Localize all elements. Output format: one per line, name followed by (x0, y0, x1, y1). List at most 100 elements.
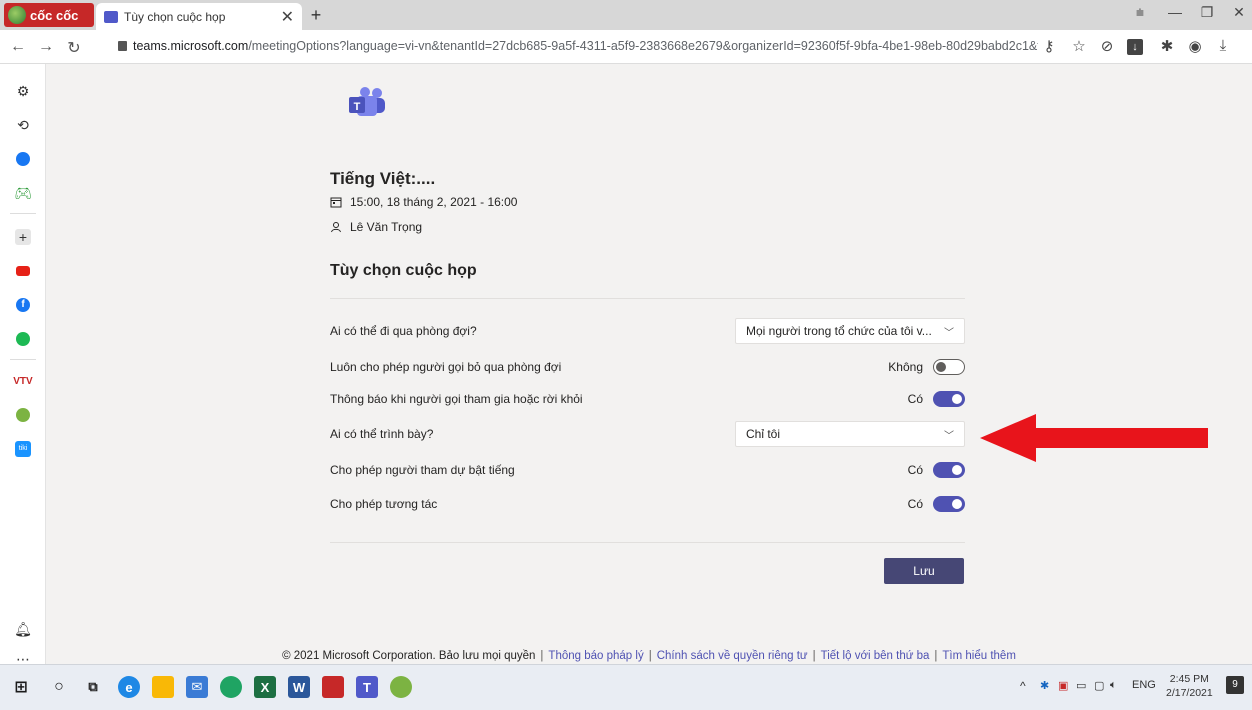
taskbar-clock[interactable]: 2:45 PM 2/17/2021 (1166, 672, 1213, 700)
meeting-title: Tiếng Việt:.... (330, 169, 436, 188)
tab-close-icon[interactable]: ✕ (281, 7, 294, 27)
language-indicator[interactable]: ENG (1132, 679, 1156, 691)
coccoc-games-icon[interactable] (12, 404, 34, 426)
lobby-dropdown[interactable]: Mọi người trong tổ chức của tôi v... ﹀ (735, 318, 965, 344)
privacy-link[interactable]: Chính sách về quyền riêng tư (657, 650, 808, 662)
third-party-link[interactable]: Tiết lộ với bên thứ ba (821, 650, 930, 662)
interact-toggle-group: Có (908, 496, 965, 512)
unmute-state: Có (907, 463, 923, 477)
teams-taskbar-icon[interactable]: T (356, 676, 378, 698)
option-row-interact: Cho phép tương tác Có (330, 489, 965, 519)
minimize-icon[interactable]: — (1160, 4, 1190, 20)
facebook-icon[interactable]: f (12, 294, 34, 316)
option-row-unmute: Cho phép người tham dự bật tiếng Có (330, 455, 965, 485)
browser-sidebar: ⚙ ⟲ 🎮︎ + f VTV tiki 🔔︎ ⋯ (0, 64, 46, 667)
bluetooth-icon[interactable]: ✱ (1040, 679, 1049, 692)
excel-icon[interactable]: X (254, 676, 276, 698)
presenter-dropdown-value: Chỉ tôi (746, 427, 781, 441)
tiki-icon[interactable]: tiki (12, 438, 34, 460)
clock-date: 2/17/2021 (1166, 687, 1213, 699)
chrome-icon[interactable] (220, 676, 242, 698)
game-controller-icon[interactable]: 🎮︎ (12, 182, 34, 204)
downloads-icon[interactable]: ⤓ (1212, 37, 1234, 54)
windows-taskbar: ⊞ ○ ⧉ e ✉ X W T ^ ✱ ▣ ▭ ▢ 🔈︎ ENG 2:45 PM… (0, 664, 1252, 710)
window-close-icon[interactable]: ✕ (1224, 4, 1252, 21)
tray-chevron-up-icon[interactable]: ^ (1020, 679, 1026, 693)
windows-start-icon[interactable]: ⊞ (10, 676, 32, 698)
unmute-label: Cho phép người tham dự bật tiếng (330, 463, 515, 477)
history-icon[interactable]: ⟲ (12, 114, 34, 136)
add-shortcut-icon[interactable]: + (12, 226, 34, 248)
battery-icon[interactable]: ▭ (1076, 679, 1086, 692)
file-explorer-icon[interactable] (152, 676, 174, 698)
coccoc-taskbar-icon[interactable] (322, 676, 344, 698)
spotify-icon[interactable] (12, 328, 34, 350)
network-icon[interactable]: ▢ (1094, 679, 1104, 692)
footer-separator: | (648, 650, 652, 662)
meeting-options-page: T Tiếng Việt:.... 15:00, 18 tháng 2, 202… (46, 64, 1252, 664)
notify-toggle-group: Có (908, 391, 965, 407)
settings-gear-icon[interactable]: ⚙ (12, 80, 34, 102)
forward-arrow-icon[interactable]: → (36, 38, 56, 56)
save-button[interactable]: Lưu (884, 558, 964, 584)
antivirus-icon[interactable]: ▣ (1058, 679, 1068, 692)
sidebar-divider (10, 359, 36, 360)
browser-tab-bar: cốc cốc Tùy chọn cuộc họp ✕ + ⩧ — ❐ ✕ (0, 0, 1252, 30)
learn-more-link[interactable]: Tìm hiểu thêm (942, 650, 1016, 662)
bookmark-star-icon[interactable]: ☆ (1068, 37, 1090, 55)
url-domain: teams.microsoft.com (133, 39, 249, 53)
maximize-icon[interactable]: ❐ (1192, 4, 1222, 21)
notify-state: Có (907, 392, 923, 406)
task-view-icon[interactable]: ⧉ (82, 676, 104, 698)
youtube-icon[interactable] (12, 260, 34, 282)
reload-icon[interactable]: ↻ (64, 38, 84, 58)
bypass-toggle[interactable] (933, 359, 965, 375)
coccoc-icon (8, 6, 26, 24)
notifications-bell-icon[interactable]: 🔔︎ (12, 618, 34, 640)
new-tab-button[interactable]: + (305, 4, 327, 26)
notify-toggle[interactable] (933, 391, 965, 407)
option-row-bypass: Luôn cho phép người gọi bỏ qua phòng đợi… (330, 352, 965, 382)
edge-icon[interactable]: e (118, 676, 140, 698)
back-arrow-icon[interactable]: ← (8, 38, 28, 56)
coccoc-logo[interactable]: cốc cốc (4, 3, 94, 27)
option-row-lobby: Ai có thể đi qua phòng đợi? Mọi người tr… (330, 316, 965, 346)
mail-icon[interactable]: ✉ (186, 676, 208, 698)
vtv-icon[interactable]: VTV (12, 370, 34, 392)
tab-title: Tùy chọn cuộc họp (124, 9, 226, 24)
option-row-presenter: Ai có thể trình bày? Chỉ tôi ﹀ (330, 419, 965, 449)
red-arrow-annotation (980, 414, 1208, 462)
coccoc-game-taskbar-icon[interactable] (390, 676, 412, 698)
tab-search-icon[interactable]: ⩧ (1125, 4, 1155, 21)
calendar-icon (330, 197, 342, 208)
action-center-icon[interactable]: 9 (1226, 676, 1244, 694)
legal-link[interactable]: Thông báo pháp lý (548, 650, 643, 662)
interact-label: Cho phép tương tác (330, 497, 438, 511)
volume-icon[interactable]: 🔈︎ (1110, 679, 1117, 692)
url-path: /meetingOptions?language=vi-vn&tenantId=… (248, 39, 1038, 53)
chevron-down-icon: ﹀ (944, 327, 954, 339)
interact-state: Có (907, 497, 923, 511)
options-section-title: Tùy chọn cuộc họp (330, 262, 477, 279)
unmute-toggle[interactable] (933, 462, 965, 478)
unmute-toggle-group: Có (908, 462, 965, 478)
presenter-dropdown[interactable]: Chỉ tôi ﹀ (735, 421, 965, 447)
profile-icon[interactable]: ◉ (1184, 37, 1206, 55)
teams-favicon-icon (104, 10, 118, 23)
word-icon[interactable]: W (288, 676, 310, 698)
url-field[interactable]: teams.microsoft.com/meetingOptions?langu… (118, 39, 1038, 53)
adblock-icon[interactable]: ⊘ (1096, 37, 1118, 55)
extensions-puzzle-icon[interactable]: ✱ (1156, 37, 1178, 55)
tab-meeting-options[interactable]: Tùy chọn cuộc họp ✕ (96, 3, 302, 30)
notify-label: Thông báo khi người gọi tham gia hoặc rờ… (330, 392, 583, 406)
browser-name: cốc cốc (30, 7, 79, 23)
messenger-icon[interactable] (12, 148, 34, 170)
download-ext-icon[interactable]: ↓ (1124, 37, 1146, 55)
person-icon (331, 222, 341, 233)
key-icon[interactable]: ⚷ (1038, 37, 1060, 55)
search-icon[interactable]: ○ (48, 676, 70, 698)
page-footer: © 2021 Microsoft Corporation. Bảo lưu mọ… (46, 650, 1252, 662)
interact-toggle[interactable] (933, 496, 965, 512)
footer-separator: | (540, 650, 544, 662)
bypass-label: Luôn cho phép người gọi bỏ qua phòng đợi (330, 360, 562, 374)
